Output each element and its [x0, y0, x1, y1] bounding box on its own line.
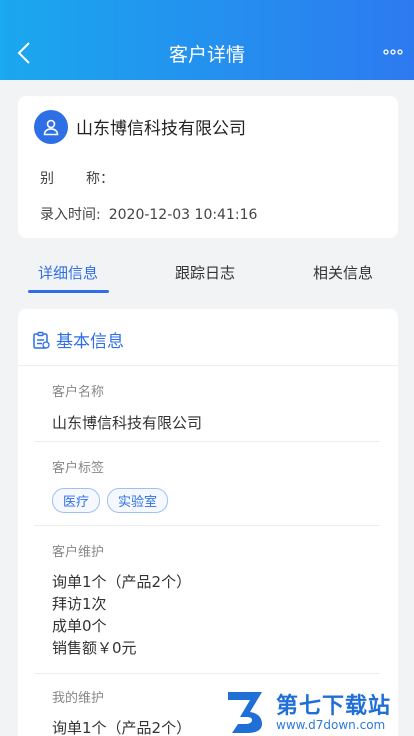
tab-details[interactable]: 详细信息 [38, 262, 98, 283]
divider [18, 365, 398, 366]
maintenance-line: 销售额￥0元 [52, 639, 137, 657]
customer-maintenance-field: 客户维护 询单1个（产品2个） 拜访1次 成单0个 销售额￥0元 [52, 541, 380, 659]
maintenance-lines: 询单1个（产品2个） 拜访1次 成单0个 销售额￥0元 [52, 571, 380, 659]
divider [34, 673, 380, 674]
field-label: 客户名称 [52, 385, 105, 400]
customer-name: 山东博信科技有限公司 [76, 119, 246, 139]
basic-info-card: 基本信息 客户名称 山东博信科技有限公司 客户标签 医疗 实验室 客户维护 询单… [18, 309, 398, 736]
watermark-url: www.d7down.com [276, 718, 386, 732]
detail-tabs: 详细信息 跟踪日志 相关信息 [0, 256, 414, 296]
tag-list: 医疗 实验室 [52, 488, 380, 513]
more-dots-icon [383, 49, 403, 55]
maintenance-line: 询单1个（产品2个） [52, 573, 192, 591]
customer-summary-card: 山东博信科技有限公司 别 称： 录入时间: 2020-12-03 10:41:16 [18, 96, 398, 238]
tag: 实验室 [107, 488, 169, 513]
site-watermark: 第七下载站 www.d7down.com [222, 684, 414, 736]
divider [34, 525, 380, 526]
watermark-text: 第七下载站 www.d7down.com [276, 688, 391, 732]
customer-name-field: 客户名称 山东博信科技有限公司 [52, 381, 380, 433]
entry-time-row: 录入时间: 2020-12-03 10:41:16 [40, 204, 257, 224]
clipboard-icon [33, 331, 50, 349]
alias-label-part2: 称： [86, 171, 114, 187]
field-label: 客户标签 [52, 461, 105, 476]
tab-related-info[interactable]: 相关信息 [313, 262, 373, 283]
field-value: 山东博信科技有限公司 [52, 414, 203, 432]
watermark-cn: 第七下载站 [276, 694, 392, 719]
alias-row: 别 称： [40, 168, 114, 188]
section-title: 基本信息 [56, 332, 124, 352]
entry-time-label: 录入时间: [40, 207, 101, 223]
avatar [34, 110, 68, 144]
active-tab-indicator [28, 290, 109, 293]
field-label: 客户维护 [52, 545, 105, 560]
app-header: 客户详情 [0, 0, 414, 80]
watermark-logo-icon [228, 692, 262, 733]
more-button[interactable] [382, 44, 404, 60]
divider [34, 441, 380, 442]
page-title: 客户详情 [168, 44, 245, 66]
customer-tags-field: 客户标签 医疗 实验室 [52, 457, 380, 513]
section-header: 基本信息 [32, 327, 124, 352]
user-icon [43, 119, 59, 136]
maintenance-line: 成单0个 [52, 617, 107, 635]
tab-tracking-log[interactable]: 跟踪日志 [175, 262, 235, 283]
entry-time-value: 2020-12-03 10:41:16 [108, 207, 258, 223]
maintenance-line: 拜访1次 [52, 595, 107, 613]
alias-label-part1: 别 [40, 171, 54, 187]
tag: 医疗 [52, 488, 101, 513]
